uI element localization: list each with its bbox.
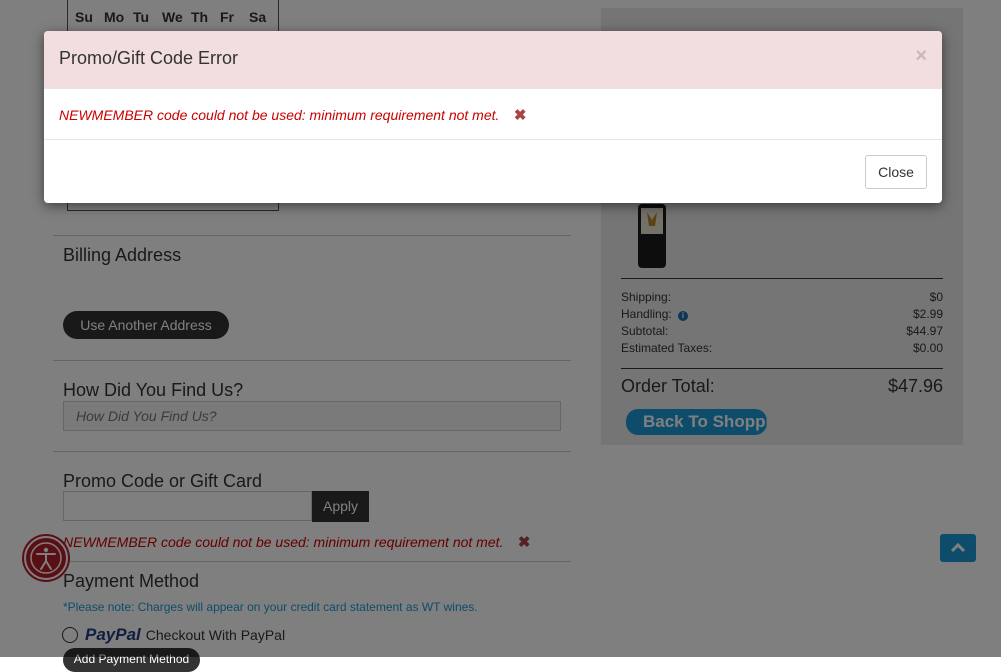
checkout-page: Su Mo Tu We Th Fr Sa Billing Address Use… [0,0,1001,672]
modal-body: NEWMEMBER code could not be used: minimu… [44,89,942,140]
promo-error-modal: Promo/Gift Code Error × NEWMEMBER code c… [44,31,942,203]
modal-header: Promo/Gift Code Error × [44,31,942,89]
modal-footer: Close [44,140,942,203]
modal-error-text: NEWMEMBER code could not be used: minimu… [59,107,500,123]
close-icon[interactable]: × [915,45,927,68]
modal-title: Promo/Gift Code Error [59,48,239,68]
remove-icon[interactable]: ✖ [514,107,527,124]
close-button[interactable]: Close [865,155,927,189]
modal-message: NEWMEMBER code could not be used: minimu… [59,106,526,125]
